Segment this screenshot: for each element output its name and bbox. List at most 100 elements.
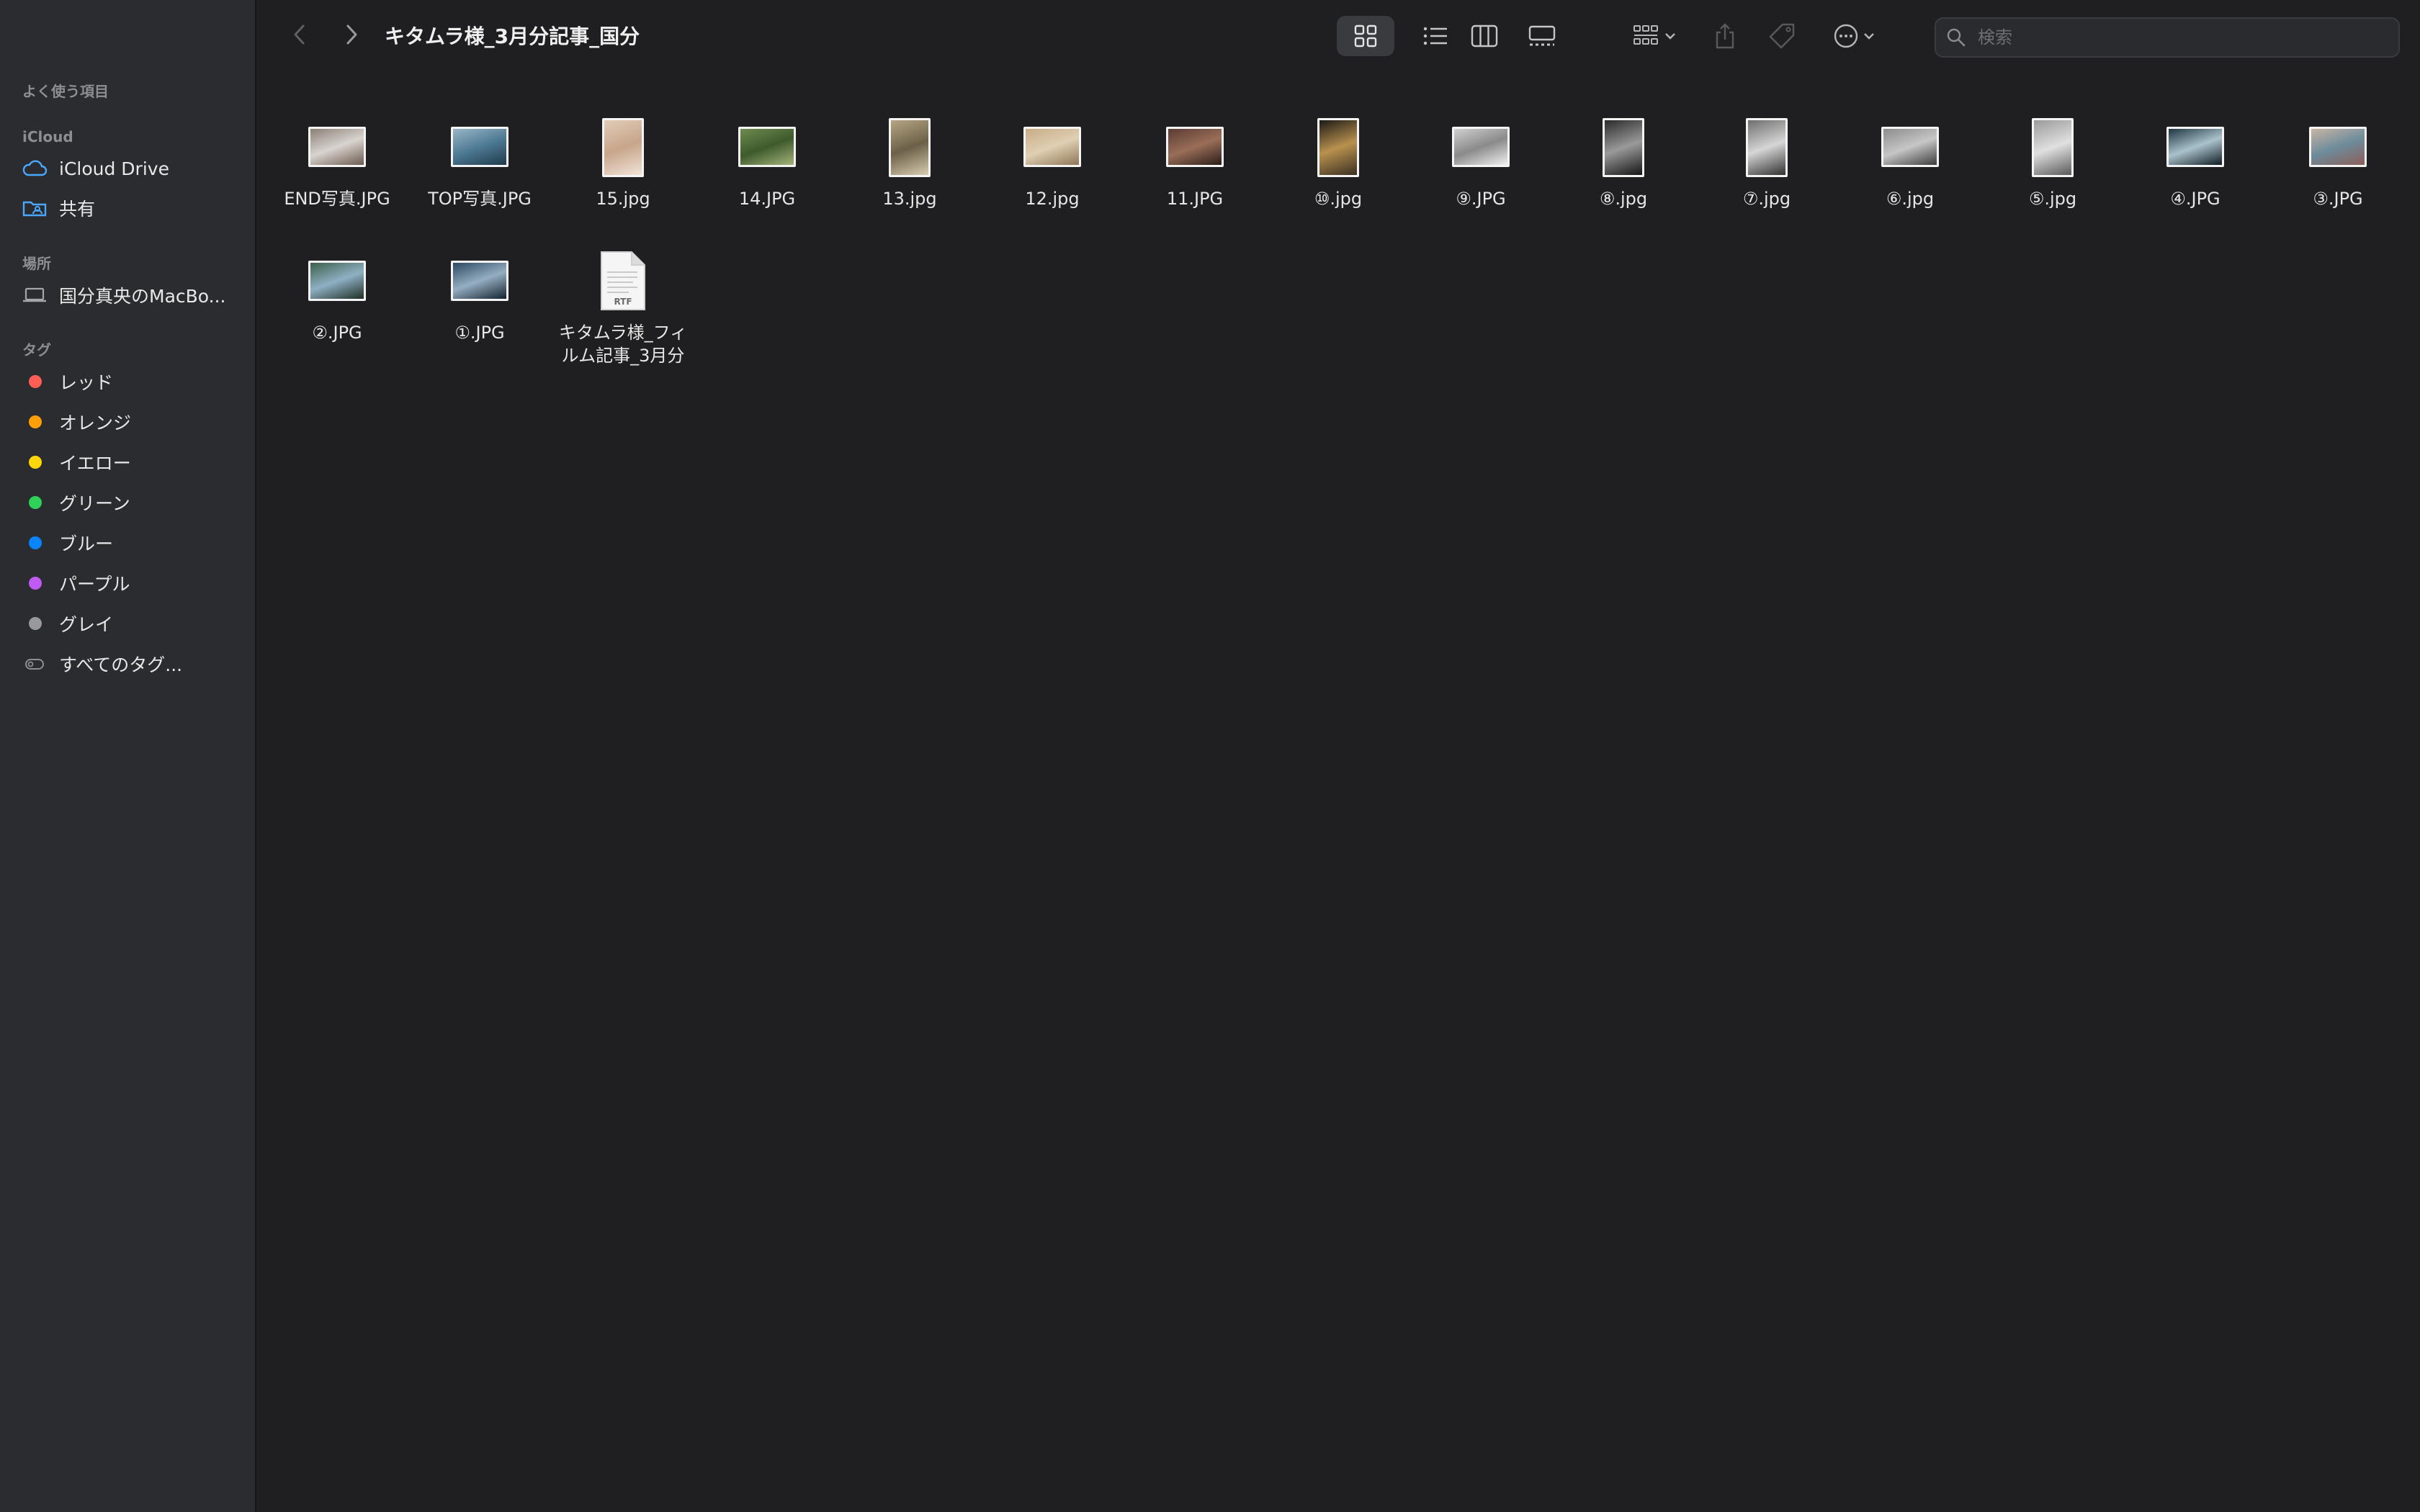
share-button[interactable] <box>1707 16 1743 56</box>
file-item[interactable]: 11.JPG <box>1124 108 1265 210</box>
tag-color-dot <box>22 531 52 555</box>
file-item[interactable]: 14.JPG <box>696 108 838 210</box>
file-item[interactable]: RTF キタムラ様_フィルム記事_3月分 <box>552 242 694 367</box>
file-item[interactable]: TOP写真.JPG <box>409 108 550 210</box>
sidebar-tag-yellow[interactable]: イエロー <box>22 444 245 480</box>
tag-color-dot <box>22 450 52 474</box>
sidebar-all-tags[interactable]: すべてのタグ... <box>22 646 245 682</box>
sidebar-section-tags: タグ <box>22 341 51 359</box>
sidebar-section-icloud: iCloud <box>22 128 73 145</box>
icon-view-button[interactable] <box>1337 16 1394 56</box>
cloud-icon <box>22 156 52 181</box>
share-icon <box>1716 23 1734 49</box>
tag-color-dot <box>22 410 52 434</box>
image-thumbnail <box>1317 118 1359 177</box>
image-thumbnail <box>308 261 366 301</box>
file-name: 12.jpg <box>1025 189 1080 209</box>
sidebar-item-label: オレンジ <box>59 413 132 433</box>
sidebar-item-label: iCloud Drive <box>59 158 169 179</box>
sidebar-item-icloud-drive[interactable]: iCloud Drive <box>22 150 245 186</box>
image-thumbnail <box>1881 127 1939 167</box>
file-name: ①.JPG <box>454 323 505 343</box>
sidebar-tag-red[interactable]: レッド <box>22 364 245 400</box>
file-name: 11.JPG <box>1166 189 1224 209</box>
file-name: ⑦.jpg <box>1742 189 1791 209</box>
shared-folder-icon <box>22 196 52 220</box>
file-item[interactable]: ⑩.jpg <box>1268 108 1409 210</box>
sidebar-tag-purple[interactable]: パープル <box>22 565 245 601</box>
sidebar-tag-gray[interactable]: グレイ <box>22 606 245 642</box>
image-thumbnail <box>2032 118 2074 177</box>
list-view-button[interactable] <box>1410 16 1461 56</box>
file-name: 15.jpg <box>596 189 650 209</box>
all-tags-icon <box>22 652 52 676</box>
file-item[interactable]: ①.JPG <box>409 242 550 344</box>
file-name: キタムラ様_フィルム記事_3月分 <box>558 323 688 366</box>
file-item[interactable]: ⑦.jpg <box>1696 108 1837 210</box>
gallery-icon <box>1528 25 1556 46</box>
chevron-right-icon <box>346 24 357 45</box>
sidebar-item-label: ブルー <box>59 534 114 554</box>
file-item[interactable]: ③.JPG <box>2267 108 2408 210</box>
group-icon <box>1634 25 1658 45</box>
forward-button[interactable] <box>336 19 367 50</box>
file-item[interactable]: END写真.JPG <box>266 108 408 210</box>
file-name: 13.jpg <box>882 189 937 209</box>
file-name: ⑨.JPG <box>1456 189 1506 209</box>
image-thumbnail <box>1023 127 1081 167</box>
image-thumbnail <box>1746 118 1788 177</box>
image-thumbnail <box>451 127 508 167</box>
sidebar-item-macbook[interactable]: 国分真央のMacBo... <box>22 277 245 313</box>
sidebar-tag-blue[interactable]: ブルー <box>22 525 245 561</box>
tag-color-dot <box>22 611 52 636</box>
grid-icon <box>1354 24 1377 48</box>
search-field[interactable] <box>1935 17 2400 58</box>
search-icon <box>1947 28 1966 47</box>
chevron-down-icon <box>1665 33 1675 40</box>
image-thumbnail <box>602 118 644 177</box>
file-name: ⑧.jpg <box>1599 189 1648 209</box>
chevron-down-icon <box>1864 33 1874 40</box>
tag-button[interactable] <box>1763 16 1801 56</box>
chevron-left-icon <box>294 24 305 45</box>
file-name: TOP写真.JPG <box>428 189 532 209</box>
search-input[interactable] <box>1976 27 2383 48</box>
file-item[interactable]: 15.jpg <box>552 108 694 210</box>
file-name: ⑥.jpg <box>1886 189 1935 209</box>
sidebar-item-label: レッド <box>59 372 114 393</box>
tag-color-dot <box>22 490 52 515</box>
sidebar: よく使う項目 iCloud iCloud Drive 共有 場所 国分真央のMa… <box>0 0 256 1512</box>
file-item[interactable]: ⑥.jpg <box>1839 108 1981 210</box>
back-button[interactable] <box>284 19 315 50</box>
file-name: END写真.JPG <box>284 189 390 209</box>
tag-color-dot <box>22 571 52 595</box>
group-by-button[interactable] <box>1622 16 1687 56</box>
sidebar-item-shared[interactable]: 共有 <box>22 190 245 226</box>
file-item[interactable]: ②.JPG <box>266 242 408 344</box>
sidebar-item-label: イエロー <box>59 453 131 474</box>
file-item[interactable]: ⑤.jpg <box>1982 108 2123 210</box>
image-thumbnail <box>1603 118 1644 177</box>
sidebar-item-label: 共有 <box>59 199 96 220</box>
sidebar-tag-orange[interactable]: オレンジ <box>22 404 245 440</box>
sidebar-item-label: すべてのタグ... <box>59 654 183 675</box>
sidebar-item-label: グリーン <box>59 493 130 514</box>
column-view-button[interactable] <box>1459 16 1510 56</box>
laptop-icon <box>22 283 52 307</box>
file-item[interactable]: ⑧.jpg <box>1553 108 1694 210</box>
gallery-view-button[interactable] <box>1517 16 1567 56</box>
file-item[interactable]: ⑨.JPG <box>1410 108 1551 210</box>
sidebar-tag-green[interactable]: グリーン <box>22 485 245 521</box>
file-name: ⑩.jpg <box>1314 189 1363 209</box>
file-item[interactable]: 12.jpg <box>982 108 1123 210</box>
image-thumbnail <box>2309 127 2367 167</box>
image-thumbnail <box>451 261 508 301</box>
file-item[interactable]: 13.jpg <box>839 108 980 210</box>
sidebar-section-favorites: よく使う項目 <box>22 83 109 100</box>
file-item[interactable]: ④.JPG <box>2125 108 2266 210</box>
file-name: ⑤.jpg <box>2028 189 2077 209</box>
tag-color-dot <box>22 369 52 394</box>
more-actions-button[interactable] <box>1824 16 1884 56</box>
rtf-document-icon: RTF <box>600 251 646 311</box>
image-thumbnail <box>738 127 796 167</box>
